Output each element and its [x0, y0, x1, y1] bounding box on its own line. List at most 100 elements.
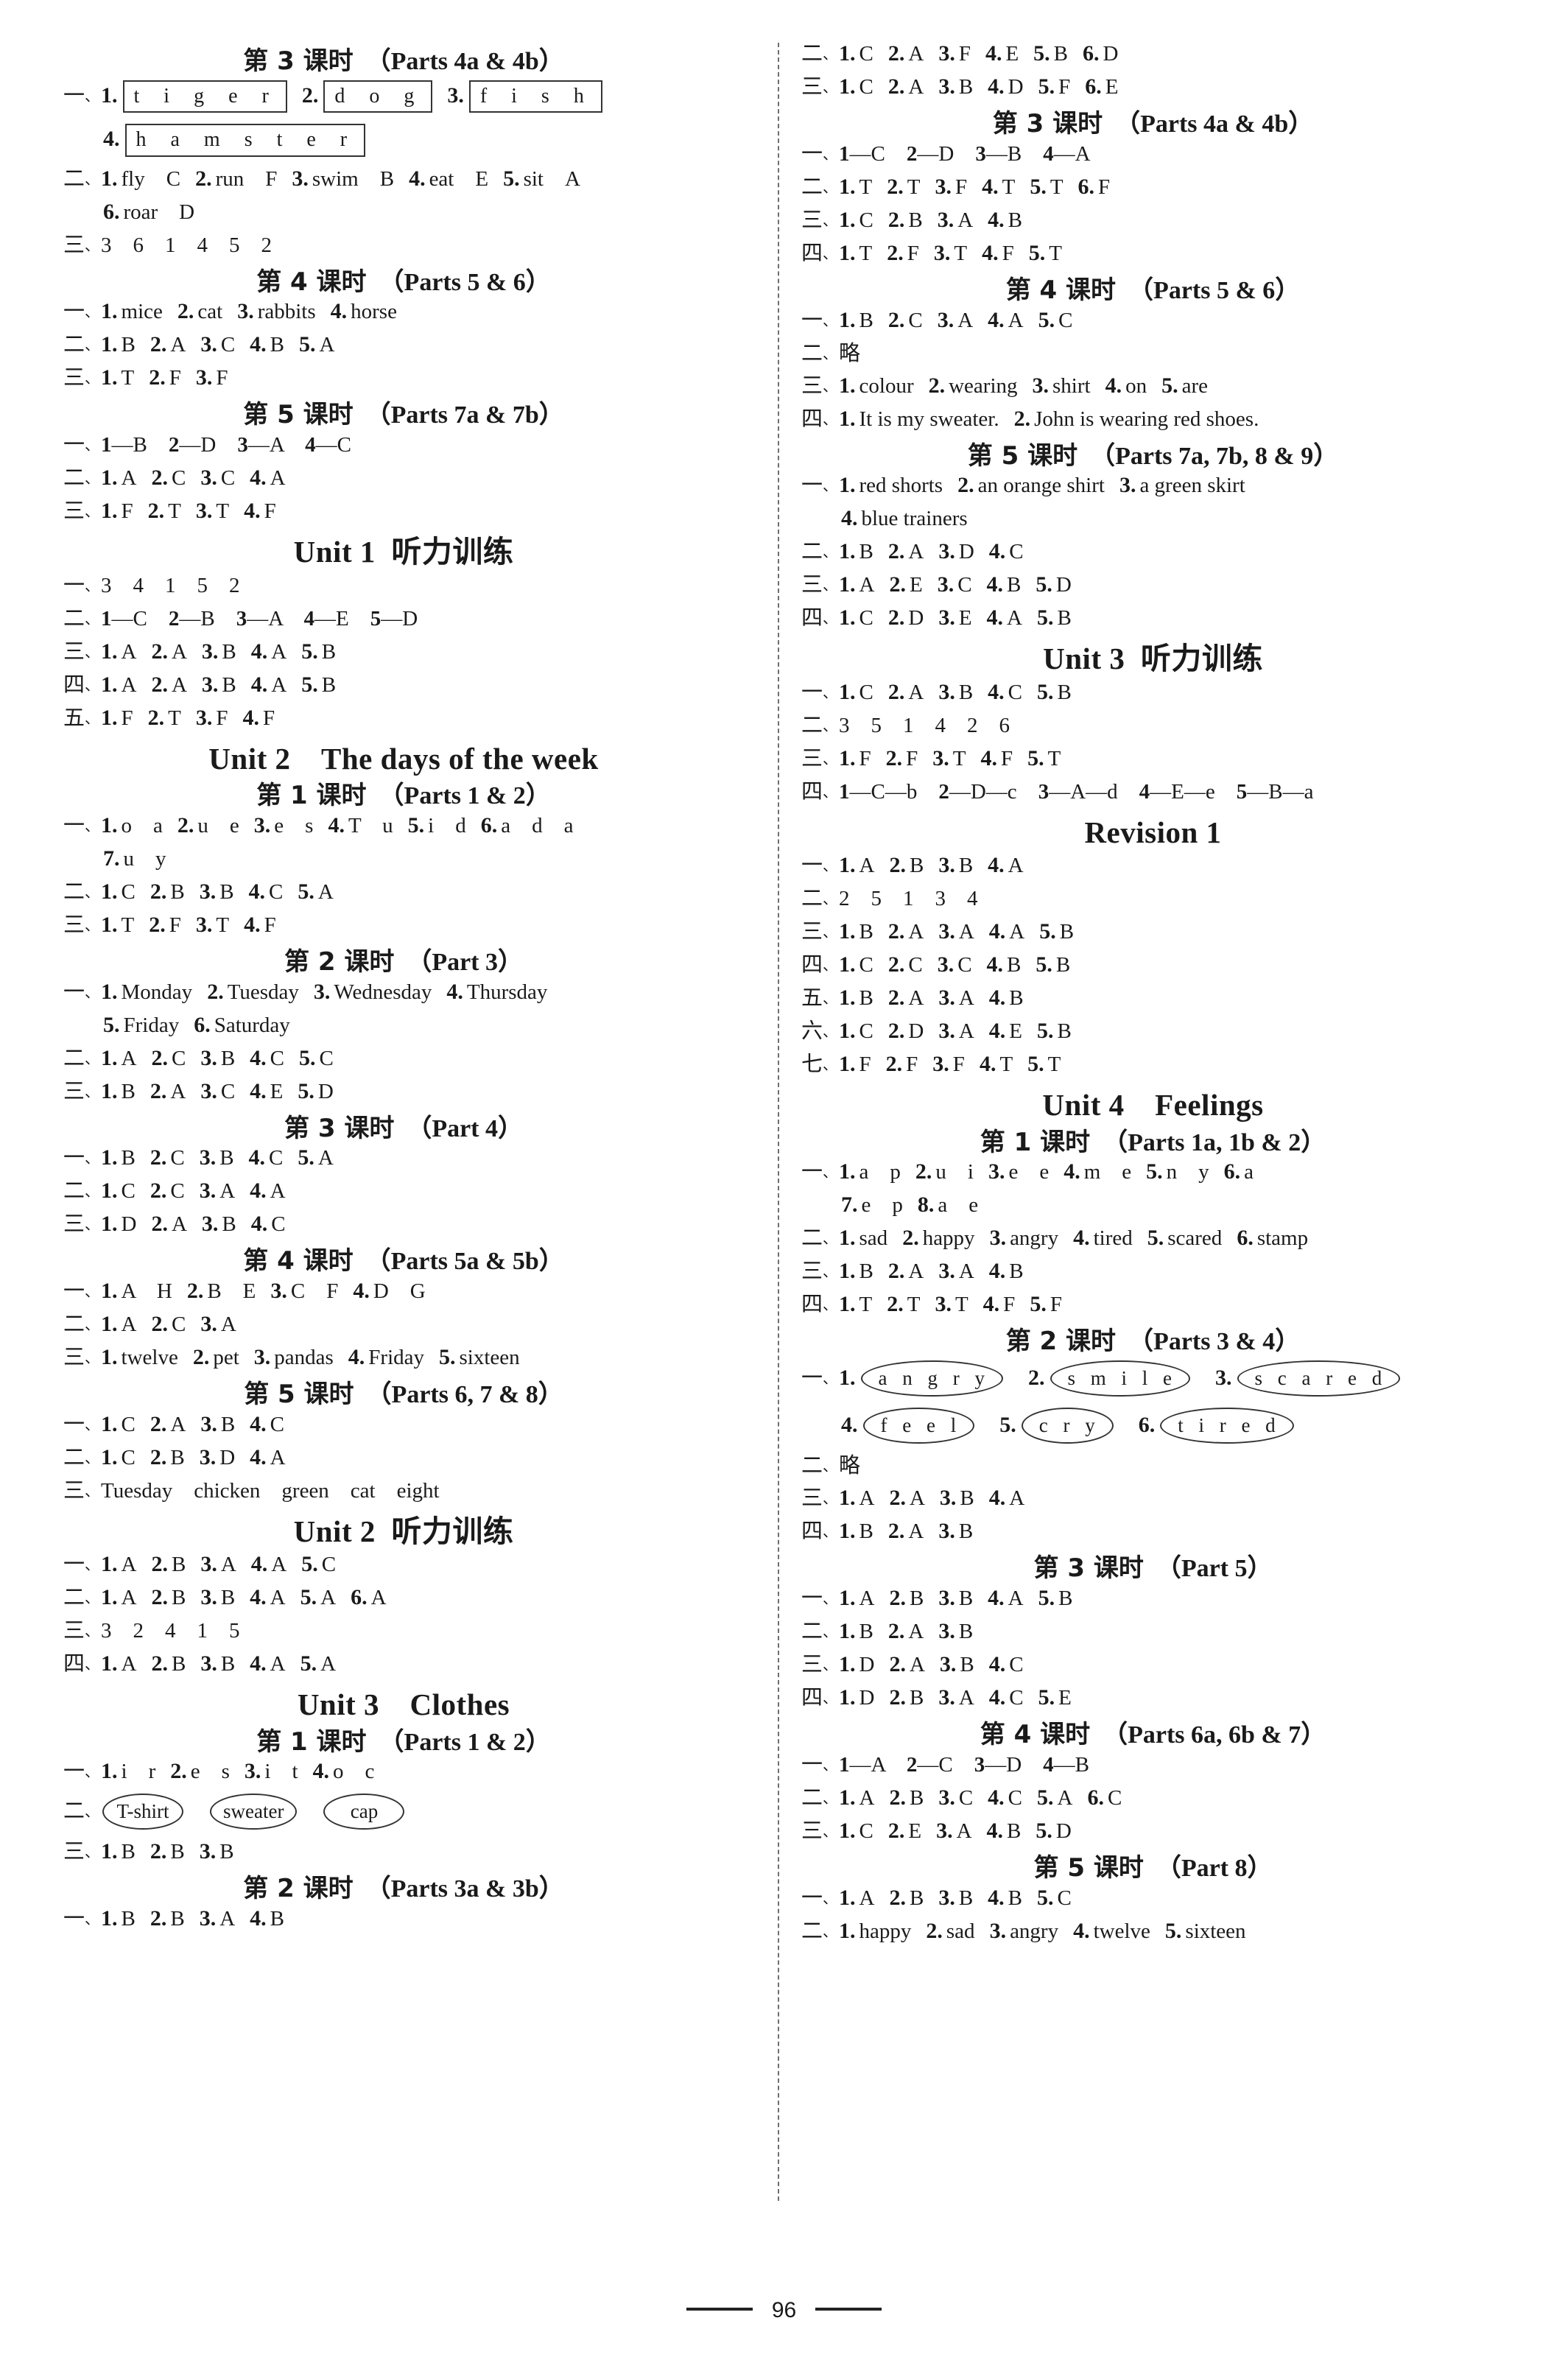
item-answer: F	[121, 706, 133, 730]
answer-row: 一、 1. i r 2. e s 3. i t 4. o c	[63, 1760, 744, 1782]
item-answer: C	[1009, 1652, 1024, 1676]
answer-row: 六、 1. C 2. D 3. A 4. E 5. B	[801, 1020, 1505, 1042]
answer-items: 1. T 2. F 3. T 4. F	[101, 913, 276, 936]
answer-items: 1. F 2. F 3. F 4. T 5. T	[839, 1053, 1061, 1075]
section-marker: 二、	[63, 605, 100, 630]
item-answer: A	[958, 1685, 974, 1710]
answer-items: 1. B 2. A 3. C 4. E 5. D	[101, 1078, 334, 1103]
answer-item: 1. D	[101, 1213, 136, 1235]
section-marker: 三、	[801, 918, 838, 944]
item-answer: o c	[333, 1760, 375, 1784]
item-number: 3.	[938, 605, 955, 630]
section-marker: 三、	[63, 1617, 100, 1643]
answer-item: 4. E	[250, 1080, 283, 1103]
answer-item: 3. B	[200, 1841, 234, 1863]
answer-item: 3. s c a r e d	[1215, 1360, 1401, 1397]
answer-item: 3. B	[202, 673, 236, 696]
item-number: 2.	[177, 299, 194, 324]
item-answer: B	[859, 308, 873, 332]
item-number: 1.	[101, 1279, 118, 1304]
item-number: 2.	[147, 705, 165, 730]
answer-item: 2. e s	[170, 1760, 230, 1782]
item-answer: B	[170, 1907, 185, 1931]
item-number: 5.	[1027, 1052, 1044, 1077]
item-number: 4.	[979, 1052, 996, 1077]
item-answer: D	[908, 606, 924, 630]
answer-item: 2. C	[151, 467, 186, 489]
item-number: 1.	[839, 207, 856, 232]
answer-item: 5. sixteen	[439, 1346, 520, 1369]
answer-row: 二、 1. happy 2. sad 3. angry 4. twelve 5. sixteen	[801, 1919, 1505, 1942]
section-marker: 二、	[63, 878, 100, 904]
item-number: 4.	[988, 853, 1005, 878]
item-answer: A	[1009, 1486, 1025, 1511]
item-answer: B	[1008, 1886, 1022, 1910]
answer-row: 三、 1. twelve 2. pet 3. pandas 4. Friday 5. sixteen	[63, 1346, 744, 1369]
answer-item: 4. C	[988, 681, 1022, 703]
answer-items: 1. A 2. E 3. C 4. B 5. D	[839, 574, 1072, 596]
item-number: 4.	[985, 41, 1002, 66]
section-marker: 三、	[63, 911, 100, 937]
right-column: 二、 1. C 2. A 3. F 4. E 5. B 6. D 三、 1. C 2. A 3. B 4. D 5. F 6. E…	[763, 43, 1505, 2238]
item-number: 2.	[150, 1444, 167, 1469]
answer-item: 7. u y	[103, 847, 166, 870]
answer-items: 1. B 2. A 3. A 4. A 5. B	[839, 921, 1074, 943]
section-marker: 二、	[801, 1453, 838, 1478]
answer-item: 3. B	[200, 1147, 234, 1169]
answer-item: 2. s m i l e	[1028, 1360, 1190, 1397]
item-number: 4.	[988, 1486, 1006, 1511]
answer-row: 三、 1. A 2. A 3. B 4. A 5. B	[63, 640, 744, 663]
item-answer: C	[1008, 1785, 1022, 1810]
answer-item: 4. B	[250, 334, 284, 356]
item-answer: F	[958, 42, 971, 66]
answer-row: 三、 Tuesday chicken green cat eight	[63, 1479, 744, 1502]
item-answer: an orange shirt	[977, 474, 1105, 498]
answer-item: 4. Friday	[348, 1346, 424, 1369]
item-answer: A	[1008, 308, 1024, 332]
item-answer: colour	[859, 373, 914, 398]
answer-row: 二、 1. C 2. C 3. A 4. A	[63, 1180, 744, 1202]
item-number: 1.	[101, 1444, 118, 1469]
answer-item: 4. A	[250, 1587, 285, 1609]
answer-item: 6. t i r e d	[1139, 1408, 1294, 1444]
answer-item: 2. C	[888, 309, 923, 331]
answer-item: 3. B	[938, 1620, 973, 1643]
answer-item: 7. e p	[841, 1194, 903, 1216]
item-number: 2.	[150, 1145, 167, 1170]
answer-item: 2. B	[150, 1444, 185, 1469]
item-number: 1.	[839, 1785, 856, 1810]
answer-items: 1. C 2. D 3. E 4. A 5. B	[839, 607, 1072, 629]
answer-item: 4. B	[987, 574, 1022, 596]
item-answer: wearing	[949, 373, 1018, 398]
answer-item: 1. B	[839, 921, 873, 943]
answer-items: 1. twelve 2. pet 3. pandas 4. Friday 5. sixteen	[101, 1346, 520, 1369]
item-number: 1.	[101, 879, 118, 904]
item-answer: horse	[351, 300, 397, 324]
answer-item: 2. B	[889, 1886, 924, 1909]
item-number: 4.	[353, 1279, 370, 1304]
answer-item: 1. i r	[101, 1760, 155, 1782]
answer-item: 5. sit A	[503, 167, 580, 190]
item-answer: D	[1055, 1819, 1072, 1843]
item-number: 3.	[933, 240, 951, 265]
item-number: 4.	[250, 672, 268, 697]
item-number: 4.	[988, 307, 1005, 332]
section-marker: 二、	[63, 165, 100, 191]
answer-row: 七、 1. F 2. F 3. F 4. T 5. T	[801, 1053, 1505, 1075]
answer-row: 二、 3 5 1 4 2 6	[801, 714, 1505, 737]
section-marker: 一、	[801, 140, 838, 166]
lesson-heading-parts: （Parts 5a & 5b）	[365, 1248, 564, 1276]
item-number: 4.	[982, 240, 999, 265]
answer-item: 3. D	[938, 541, 974, 563]
answer-item: 1. F	[839, 1053, 871, 1075]
answer-item: 1. sad	[839, 1227, 887, 1249]
item-number: 5.	[1037, 1885, 1054, 1910]
item-answer: C	[859, 75, 873, 99]
item-answer: i r	[121, 1760, 156, 1784]
answer-item: 4. B	[989, 1260, 1024, 1282]
item-number: 3.	[938, 1618, 955, 1643]
answer-item: 3. B	[938, 681, 973, 703]
answer-item: 5. B	[1037, 607, 1072, 629]
item-number: 2.	[887, 174, 904, 199]
item-number: 2.	[150, 1078, 167, 1103]
